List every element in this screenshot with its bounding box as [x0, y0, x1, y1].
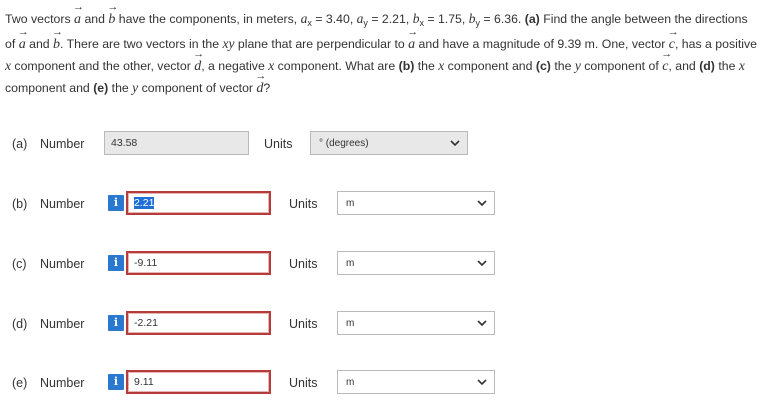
units-label: Units	[289, 317, 318, 331]
number-label: Number	[40, 317, 85, 331]
answer-input-b[interactable]: 2.21	[126, 191, 271, 215]
units-label: Units	[289, 197, 318, 211]
answer-row-b: (b) Number i 2.21 Units m	[0, 191, 765, 217]
units-select-c[interactable]: m	[337, 251, 495, 275]
vector-d: → d	[193, 48, 205, 75]
info-icon[interactable]: i	[108, 195, 124, 211]
units-label: Units	[264, 137, 293, 151]
answer-input-d[interactable]: -2.21	[126, 311, 271, 335]
answer-row-e: (e) Number i 9.11 Units m	[0, 370, 765, 396]
answer-input-c[interactable]: -9.11	[126, 251, 271, 275]
chevron-down-icon	[450, 140, 460, 147]
answer-input-a[interactable]: 43.58	[104, 131, 249, 155]
part-label: (d)	[12, 317, 28, 331]
part-label: (e)	[12, 376, 28, 390]
answer-row-a: (a) Number 43.58 Units ° (degrees)	[0, 131, 765, 157]
units-label: Units	[289, 376, 318, 390]
number-label: Number	[40, 376, 85, 390]
info-icon[interactable]: i	[108, 315, 124, 331]
info-icon[interactable]: i	[108, 374, 124, 390]
units-select-d[interactable]: m	[337, 311, 495, 335]
number-label: Number	[40, 257, 85, 271]
units-select-a[interactable]: ° (degrees)	[310, 131, 468, 155]
info-icon[interactable]: i	[108, 255, 124, 271]
chevron-down-icon	[477, 320, 487, 327]
units-select-e[interactable]: m	[337, 370, 495, 394]
chevron-down-icon	[477, 379, 487, 386]
answer-row-d: (d) Number i -2.21 Units m	[0, 311, 765, 337]
answer-input-e[interactable]: 9.11	[126, 370, 271, 394]
vector-b: → b	[107, 1, 119, 28]
part-label: (b)	[12, 197, 28, 211]
chevron-down-icon	[477, 260, 487, 267]
part-label: (c)	[12, 257, 27, 271]
vector-a: → a	[73, 1, 85, 28]
number-label: Number	[40, 197, 85, 211]
units-label: Units	[289, 257, 318, 271]
question-text: Two vectors → a and → b have the component…	[5, 1, 757, 97]
chevron-down-icon	[477, 200, 487, 207]
part-label: (a)	[12, 137, 28, 151]
units-select-b[interactable]: m	[337, 191, 495, 215]
answer-row-c: (c) Number i -9.11 Units m	[0, 251, 765, 277]
number-label: Number	[40, 137, 85, 151]
